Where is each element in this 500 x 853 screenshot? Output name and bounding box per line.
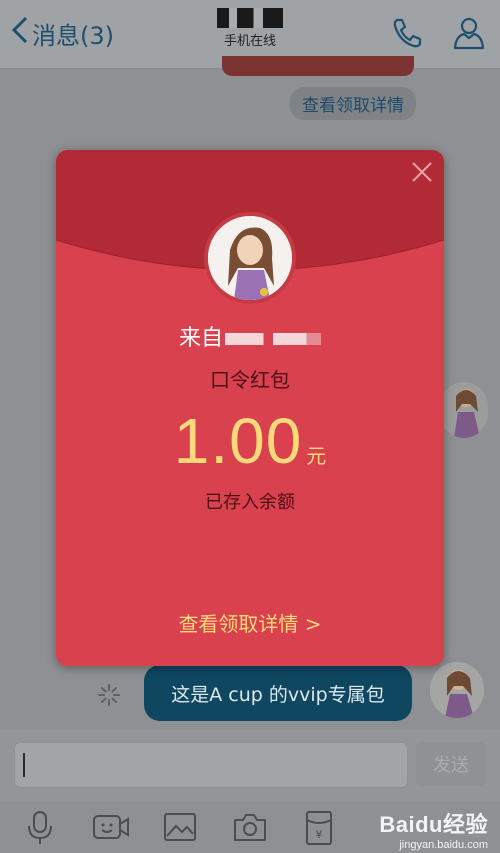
sender-name-redacted — [225, 333, 321, 345]
contact-name-redacted — [217, 8, 283, 28]
baidu-watermark: Baidu经验 jingyan.baidu.com — [379, 807, 488, 851]
close-icon[interactable] — [410, 160, 434, 184]
camera-icon[interactable] — [232, 810, 268, 848]
back-chevron-icon — [10, 15, 32, 51]
microphone-icon[interactable] — [24, 810, 56, 850]
avatar[interactable] — [440, 382, 488, 438]
loading-spinner-icon — [98, 684, 120, 710]
avatar[interactable] — [430, 662, 484, 718]
profile-icon[interactable] — [450, 14, 488, 56]
bottom-toolbar: ¥ Baidu经验 jingyan.baidu.com — [0, 802, 500, 853]
online-status: 手机在线 — [223, 34, 276, 49]
back-label: 消息(3) — [32, 21, 114, 50]
text-caret — [23, 753, 25, 777]
sender-line: 来自 — [56, 320, 444, 352]
amount-unit: 元 — [306, 444, 327, 468]
from-label: 来自 — [178, 326, 223, 351]
phone-icon[interactable] — [388, 14, 426, 56]
own-message-bubble[interactable]: 这是A cup 的vvip专属包 — [144, 665, 412, 721]
previous-details-pill[interactable]: 查看领取详情 — [290, 87, 416, 120]
chat-title: 手机在线 — [195, 8, 305, 49]
own-message-text: 这是A cup 的vvip专属包 — [171, 683, 385, 706]
image-icon[interactable] — [162, 810, 198, 848]
view-details-link[interactable]: 查看领取详情 > — [56, 608, 444, 637]
red-packet-icon[interactable]: ¥ — [304, 810, 334, 850]
amount-display: 1.00 元 — [56, 404, 444, 478]
back-button[interactable]: 消息(3) — [10, 16, 114, 50]
sender-avatar — [204, 212, 296, 304]
amount-value: 1.00 — [173, 405, 303, 477]
video-icon[interactable] — [92, 810, 130, 848]
send-button[interactable]: 发送 — [416, 742, 486, 786]
red-packet-dialog: 来自 口令红包 1.00 元 已存入余额 查看领取详情 > — [56, 150, 444, 666]
message-input[interactable] — [14, 742, 408, 788]
input-bar: 发送 — [0, 730, 500, 802]
svg-text:¥: ¥ — [316, 828, 323, 841]
watermark-url: jingyan.baidu.com — [399, 839, 488, 851]
red-packet-type: 口令红包 — [210, 368, 290, 392]
previous-red-packet-bubble — [222, 56, 414, 76]
deposit-status: 已存入余额 — [205, 492, 295, 513]
watermark-brand: Baidu经验 — [379, 812, 488, 837]
